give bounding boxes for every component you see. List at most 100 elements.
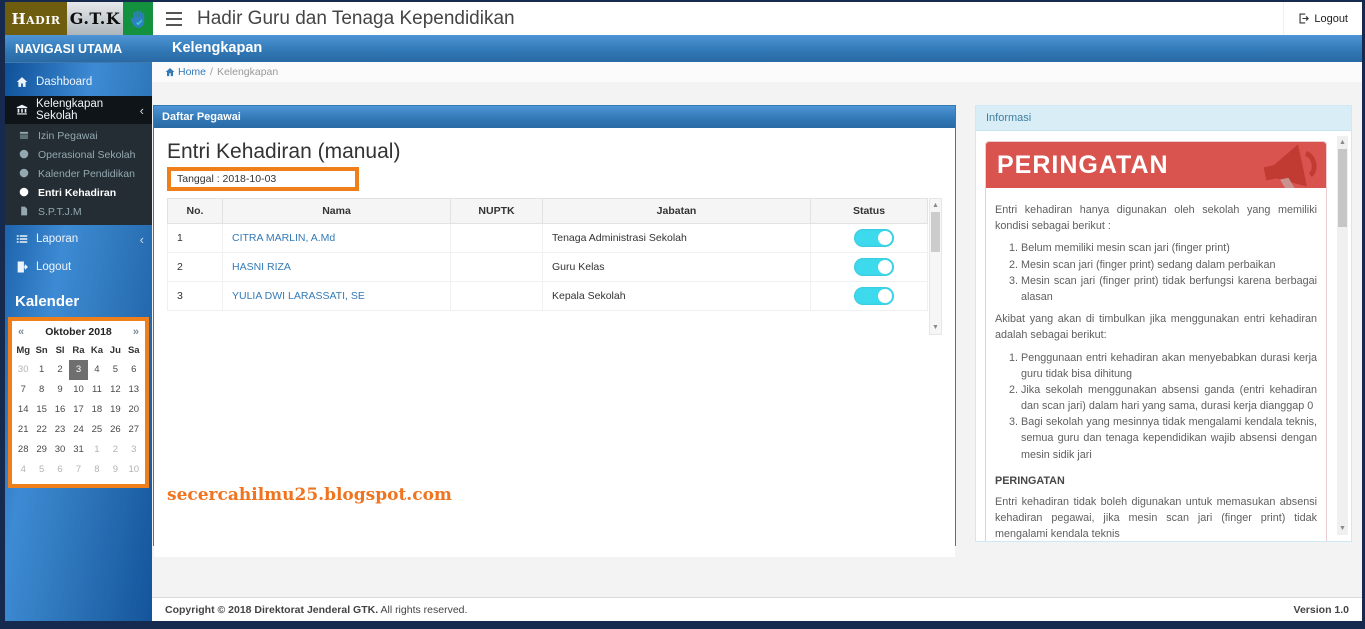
calendar-prev-button[interactable]: « <box>18 326 36 338</box>
logout-button[interactable]: Logout <box>1283 2 1348 35</box>
info-scrollbar-thumb[interactable] <box>1338 149 1347 227</box>
calendar-day[interactable]: 17 <box>69 400 87 420</box>
calendar-day[interactable]: 7 <box>69 460 87 480</box>
toggle-knob <box>877 231 892 245</box>
footer: Copyright © 2018 Direktorat Jenderal GTK… <box>152 597 1362 621</box>
calendar-day[interactable]: 29 <box>32 440 50 460</box>
calendar-day[interactable]: 15 <box>32 400 50 420</box>
sidebar-item-dashboard[interactable]: Dashboard <box>5 68 152 96</box>
sidebar-item-kelengkapan-sekolah[interactable]: Kelengkapan Sekolah ‹ <box>5 96 152 124</box>
cell-nama: YULIA DWI LARASSATI, SE <box>222 281 451 311</box>
informasi-panel: Informasi PERINGATAN Entri kehadiran han… <box>975 105 1352 542</box>
calendar-day-name: Mg <box>16 345 31 356</box>
calendar-day[interactable]: 8 <box>32 380 50 400</box>
table-scrollbar[interactable]: ▲ ▼ <box>929 198 942 335</box>
footer-copyright: Copyright © 2018 Direktorat Jenderal GTK… <box>165 603 468 616</box>
scrollbar-up-icon[interactable]: ▲ <box>930 199 941 212</box>
employee-name-link[interactable]: HASNI RIZA <box>232 261 291 273</box>
scrollbar-down-icon[interactable]: ▼ <box>930 321 941 334</box>
consequences-list: Penggunaan entri kehadiran akan menyebab… <box>995 350 1317 463</box>
calendar-day[interactable]: 30 <box>14 360 32 380</box>
info-scrollbar-up-icon[interactable]: ▲ <box>1337 136 1348 149</box>
calendar-day[interactable]: 9 <box>51 380 69 400</box>
sidebar-item-sptjm[interactable]: S.P.T.J.M <box>5 202 152 221</box>
status-toggle[interactable] <box>853 258 894 276</box>
column-header-nuptk: NUPTK <box>450 198 543 224</box>
sidebar-item-operasional-sekolah[interactable]: Operasional Sekolah <box>5 145 152 164</box>
top-header: Hadir G.T.K Hadir Guru dan Tenaga Kepend… <box>5 2 1362 35</box>
app-window: Hadir G.T.K Hadir Guru dan Tenaga Kepend… <box>5 2 1362 621</box>
table-row: 2 HASNI RIZA Guru Kelas <box>167 252 928 282</box>
sidebar-item-entri-kehadiran[interactable]: Entri Kehadiran <box>5 183 152 202</box>
akibat-intro: Akibat yang akan di timbulkan jika mengg… <box>995 313 1317 342</box>
calendar-day[interactable]: 23 <box>51 420 69 440</box>
calendar-day[interactable]: 4 <box>14 460 32 480</box>
calendar-day[interactable]: 16 <box>51 400 69 420</box>
entry-title: Entri Kehadiran (manual) <box>167 140 401 163</box>
sidebar-item-label: Laporan <box>36 233 79 245</box>
breadcrumb-home-link[interactable]: Home <box>165 62 206 82</box>
column-header-no: No. <box>167 198 223 224</box>
calendar-day[interactable]: 1 <box>88 440 106 460</box>
employee-name-link[interactable]: CITRA MARLIN, A.Md <box>232 232 335 244</box>
calendar-day[interactable]: 12 <box>106 380 124 400</box>
submenu-kelengkapan-sekolah: Izin Pegawai Operasional Sekolah Kalender … <box>5 124 152 225</box>
cell-jabatan: Tenaga Administrasi Sekolah <box>542 223 811 253</box>
status-toggle[interactable] <box>853 287 894 305</box>
employee-name-link[interactable]: YULIA DWI LARASSATI, SE <box>232 290 365 302</box>
calendar-day[interactable]: 27 <box>125 420 143 440</box>
calendar-day[interactable]: 31 <box>69 440 87 460</box>
panel-body: Entri Kehadiran (manual) Tanggal : 2018-… <box>154 140 955 557</box>
calendar-day[interactable]: 5 <box>32 460 50 480</box>
calendar-day[interactable]: 19 <box>106 400 124 420</box>
menu-toggle-icon[interactable] <box>166 11 182 26</box>
calendar-day[interactable]: 4 <box>88 360 106 380</box>
calendar-day[interactable]: 7 <box>14 380 32 400</box>
calendar-day[interactable]: 22 <box>32 420 50 440</box>
calendar-selected-day[interactable]: 3 <box>69 360 88 380</box>
calendar-day[interactable]: 3 <box>125 440 143 460</box>
main-area: Kelengkapan Home / Kelengkapan Daftar Pe… <box>152 35 1362 621</box>
calendar-day[interactable]: 1 <box>32 360 50 380</box>
calendar-day[interactable]: 18 <box>88 400 106 420</box>
calendar-next-button[interactable]: » <box>121 326 139 338</box>
warning-intro: Entri kehadiran hanya digunakan oleh sek… <box>995 204 1317 233</box>
calendar-day[interactable]: 10 <box>69 380 87 400</box>
warning-banner: PERINGATAN <box>986 142 1326 188</box>
sidebar-item-izin-pegawai[interactable]: Izin Pegawai <box>5 126 152 145</box>
calendar-day[interactable]: 24 <box>69 420 87 440</box>
calendar-day[interactable]: 9 <box>106 460 124 480</box>
calendar-day[interactable]: 21 <box>14 420 32 440</box>
calendar-day[interactable]: 10 <box>125 460 143 480</box>
calendar-day[interactable]: 2 <box>51 360 69 380</box>
calendar-day[interactable]: 5 <box>106 360 124 380</box>
calendar-day[interactable]: 26 <box>106 420 124 440</box>
chevron-left-icon: ‹ <box>139 102 144 118</box>
calendar-day[interactable]: 2 <box>106 440 124 460</box>
informasi-header: Informasi <box>976 106 1351 131</box>
home-icon <box>16 76 28 88</box>
calendar-day[interactable]: 14 <box>14 400 32 420</box>
kalender-header: Kalender <box>15 293 80 310</box>
cell-no: 2 <box>167 252 223 282</box>
calendar-day[interactable]: 8 <box>88 460 106 480</box>
app-logo[interactable]: Hadir G.T.K <box>5 2 153 35</box>
calendar-day[interactable]: 20 <box>125 400 143 420</box>
logout-label: Logout <box>1314 12 1348 25</box>
calendar-day[interactable]: 6 <box>51 460 69 480</box>
informasi-body: PERINGATAN Entri kehadiran hanya digunak… <box>976 132 1351 541</box>
sidebar-item-logout[interactable]: Logout <box>5 253 152 281</box>
calendar-day[interactable]: 25 <box>88 420 106 440</box>
sidebar-item-kalender-pendidikan[interactable]: Kalender Pendidikan <box>5 164 152 183</box>
info-scrollbar[interactable]: ▲ ▼ <box>1337 136 1348 535</box>
status-toggle[interactable] <box>853 229 894 247</box>
scrollbar-thumb[interactable] <box>931 212 940 252</box>
calendar-day[interactable]: 6 <box>125 360 143 380</box>
sidebar-item-laporan[interactable]: Laporan ‹ <box>5 225 152 253</box>
calendar-day[interactable]: 28 <box>14 440 32 460</box>
calendar-day[interactable]: 30 <box>51 440 69 460</box>
content-area: Daftar Pegawai Entri Kehadiran (manual) … <box>152 82 1362 597</box>
calendar-day[interactable]: 13 <box>125 380 143 400</box>
info-scrollbar-down-icon[interactable]: ▼ <box>1337 522 1348 535</box>
calendar-day[interactable]: 11 <box>88 380 106 400</box>
